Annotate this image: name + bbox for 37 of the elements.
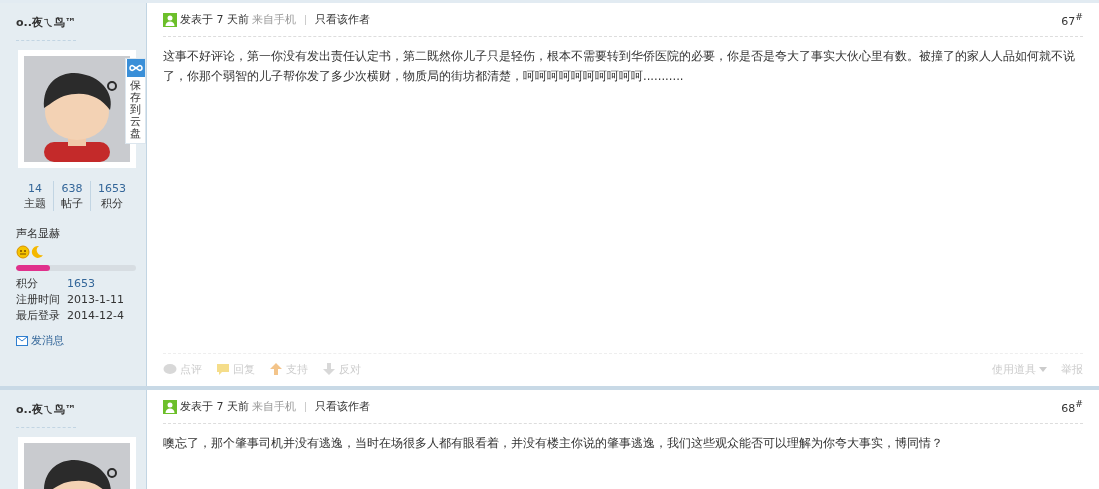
moon-icon [30,245,44,259]
stat-label: 主题 [24,196,46,211]
floor-number[interactable]: 68$^{#}$ [1061,398,1083,415]
post-source: 来自手机 [252,12,296,27]
smiley-icon [16,245,30,259]
detail-value: 2013-1-11 [67,292,124,308]
detail-label: 注册时间 [16,292,61,308]
detail-label: 积分 [16,276,39,292]
user-icon [163,12,177,27]
send-message-link[interactable]: 发消息 [16,333,64,348]
detail-link[interactable]: 1653 [67,276,95,292]
up-arrow-icon [269,362,283,376]
save-to-cloud-button[interactable]: 保存到云盘 [125,58,146,145]
post-source: 来自手机 [252,399,296,414]
stat-value[interactable]: 1653 [98,181,126,196]
post-time: 发表于 7 天前 [180,12,249,27]
stat-label: 帖子 [61,196,83,211]
floor-number[interactable]: 67$^{#}$ [1061,11,1083,28]
user-icon [163,399,177,414]
post-time: 发表于 7 天前 [180,399,249,414]
author-only-link[interactable]: 只看该作者 [315,399,370,414]
stat-value[interactable]: 638 [61,181,83,196]
link-icon [126,59,145,77]
envelope-icon [16,335,28,346]
caret-icon [1039,366,1047,372]
rank-title: 声名显赫 [16,226,61,241]
username-link[interactable]: o..夜ㄟ鸟™ [16,3,76,41]
detail-label: 最后登录 [16,308,61,324]
detail-value: 2014-12-4 [67,308,124,324]
stat-value[interactable]: 14 [28,181,42,196]
post-text: 这事不好评论，第一你没有发出责任认定书，第二既然你儿子只是轻伤，根本不需要转到华侨医院的必要，你是否是夸大了事实大伙心里有数。被撞了的家人人品如何就不说了，你那个弱智的儿子帮你发了多少次横财，物质局的街坊都清楚，呵呵呵呵呵呵呵呵呵呵........... [163,48,1076,85]
author-only-link[interactable]: 只看该作者 [315,12,370,27]
stat-label: 积分 [101,196,123,211]
username-link[interactable]: o..夜ㄟ鸟™ [16,390,76,428]
down-arrow-icon [322,362,336,376]
speech-bubble-icon [216,362,230,376]
post-text: 噢忘了，那个肇事司机并没有逃逸，当时在场很多人都有眼看着，并没有楼主你说的肇事逃逸，我们这些观众能否可以理解为你夸大事实，博同情？ [163,435,944,452]
